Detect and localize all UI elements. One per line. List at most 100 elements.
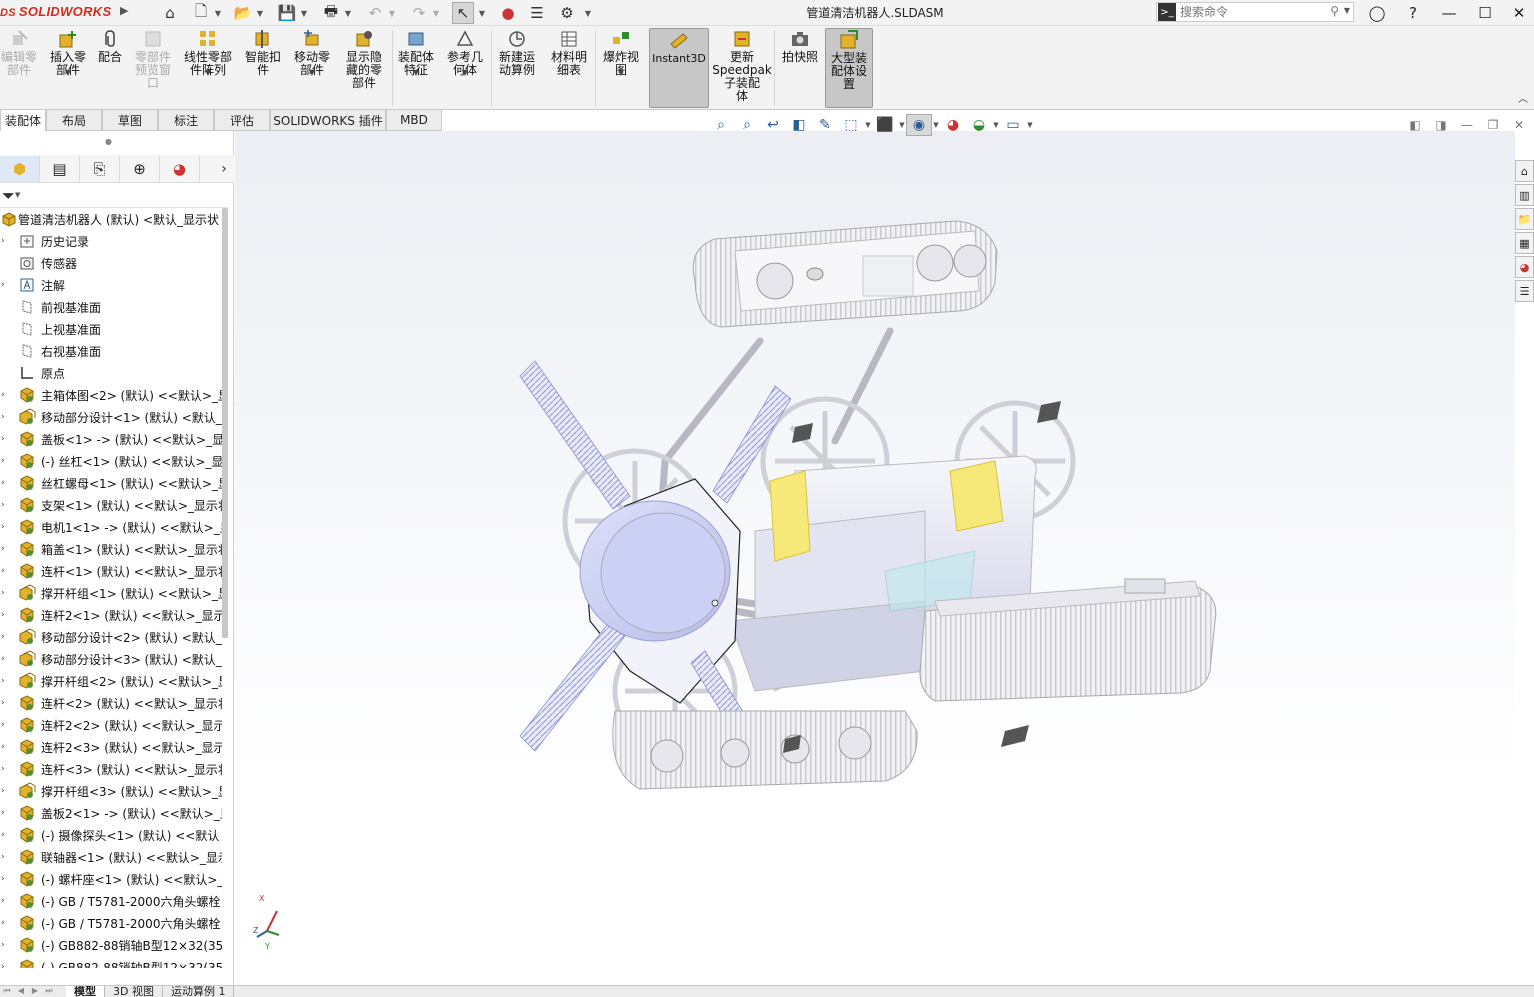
zoom-to-fit-icon[interactable]: ⌕: [708, 114, 734, 136]
exploded-view-button[interactable]: 爆炸视 图 ▼: [598, 28, 644, 77]
search-dropdown-icon[interactable]: ▼: [1344, 6, 1350, 15]
last-tab-icon[interactable]: ⏭: [42, 986, 56, 997]
search-command-box[interactable]: >_ ⚲ ▼: [1156, 2, 1354, 22]
options-gear-icon[interactable]: ⚙: [556, 2, 578, 24]
panel-grip-icon[interactable]: ●: [105, 137, 112, 146]
tree-item[interactable]: › 连杆2<2> (默认) <<默认>_显示: [0, 714, 222, 736]
save-icon[interactable]: 💾: [276, 2, 298, 24]
home-icon[interactable]: ⌂: [158, 2, 182, 24]
tree-item[interactable]: 传感器: [0, 252, 222, 274]
options-dropdown-icon[interactable]: ▼: [584, 2, 592, 24]
expand-arrow-icon[interactable]: ›: [1, 434, 9, 444]
edit-appearance-icon[interactable]: ◕: [940, 114, 966, 136]
expand-arrow-icon[interactable]: ›: [1, 808, 9, 818]
undo-dropdown-icon[interactable]: ▼: [388, 2, 396, 24]
tab-assembly[interactable]: 装配体: [0, 110, 46, 131]
expand-arrow-icon[interactable]: ›: [1, 390, 9, 400]
expand-arrow-icon[interactable]: ›: [1, 874, 9, 884]
view-orientation-triad[interactable]: X Y Z: [253, 891, 293, 951]
assembly-features-button[interactable]: 装配体 特征 ▼: [394, 28, 438, 77]
expand-arrow-icon[interactable]: ›: [1, 742, 9, 752]
view-orientation-dropdown-icon[interactable]: ▼: [864, 121, 872, 129]
instant3d-button[interactable]: Instant3D: [649, 28, 709, 108]
rebuild-traffic-light-icon[interactable]: ●: [498, 2, 518, 24]
expand-arrow-icon[interactable]: ›: [1, 918, 9, 928]
tab-markup[interactable]: 标注: [158, 110, 214, 131]
viewport-close-icon[interactable]: ✕: [1510, 116, 1528, 134]
update-speedpak-button[interactable]: 更新 Speedpak 子装配 体: [712, 28, 772, 103]
tree-item[interactable]: › 移动部分设计<3> (默认) <默认_: [0, 648, 222, 670]
edit-component-button[interactable]: 编辑零 部件: [0, 28, 38, 77]
tree-item[interactable]: › (-) 丝杠<1> (默认) <<默认>_显: [0, 450, 222, 472]
tab-motion-study-1[interactable]: 运动算例 1: [163, 986, 235, 997]
expand-arrow-icon[interactable]: ›: [1, 544, 9, 554]
expand-arrow-icon[interactable]: ›: [1, 610, 9, 620]
expand-arrow-icon[interactable]: ›: [1, 786, 9, 796]
resources-home-icon[interactable]: ⌂: [1515, 160, 1534, 182]
save-dropdown-icon[interactable]: ▼: [300, 2, 308, 24]
tree-item[interactable]: › 盖板2<1> -> (默认) <<默认>_显: [0, 802, 222, 824]
user-account-icon[interactable]: ◯: [1360, 0, 1394, 26]
display-style-dropdown-icon[interactable]: ▼: [898, 121, 906, 129]
configuration-manager-tab[interactable]: ⎘: [80, 155, 120, 182]
expand-arrow-icon[interactable]: ›: [1, 456, 9, 466]
new-motion-study-button[interactable]: 新建运 动算例: [494, 28, 540, 77]
property-manager-tab[interactable]: ▤: [40, 155, 80, 182]
help-icon[interactable]: ?: [1396, 0, 1430, 26]
tile-left-icon[interactable]: ◧: [1406, 116, 1424, 134]
maximize-button[interactable]: ☐: [1468, 0, 1502, 26]
close-button[interactable]: ✕: [1502, 0, 1534, 26]
select-pointer-icon[interactable]: ↖: [452, 2, 474, 24]
expand-arrow-icon[interactable]: ›: [1, 632, 9, 642]
tree-item[interactable]: › (-) 螺杆座<1> (默认) <<默认>_: [0, 868, 222, 890]
expand-arrow-icon[interactable]: ›: [1, 412, 9, 422]
file-properties-icon[interactable]: ☰: [526, 2, 548, 24]
expand-arrow-icon[interactable]: ›: [1, 940, 9, 950]
tree-item[interactable]: › 撑开杆组<1> (默认) <<默认>_显: [0, 582, 222, 604]
tree-item[interactable]: › 连杆<1> (默认) <<默认>_显示状: [0, 560, 222, 582]
file-explorer-icon[interactable]: 📁: [1515, 208, 1534, 230]
search-icon[interactable]: ⚲: [1330, 4, 1339, 18]
tree-root-assembly[interactable]: 管道清洁机器人 (默认) <默认_显示状: [0, 208, 222, 230]
bill-of-materials-button[interactable]: 材料明 细表: [546, 28, 592, 77]
tree-item[interactable]: › 连杆<2> (默认) <<默认>_显示状: [0, 692, 222, 714]
dynamic-annotation-icon[interactable]: ✎: [812, 114, 838, 136]
tree-item[interactable]: › 主箱体图<2> (默认) <<默认>_显: [0, 384, 222, 406]
tab-mbd[interactable]: MBD: [386, 110, 442, 131]
large-assembly-settings-button[interactable]: 大型装 配体设 置: [825, 28, 873, 108]
tree-item[interactable]: 前视基准面: [0, 296, 222, 318]
tree-filter-row[interactable]: ⏷ ▼: [0, 184, 228, 208]
tree-item[interactable]: › 移动部分设计<2> (默认) <默认_: [0, 626, 222, 648]
open-folder-icon[interactable]: 📂: [232, 2, 254, 24]
appearances-icon[interactable]: ◕: [1515, 256, 1534, 278]
assembly-model-render[interactable]: [235, 131, 1515, 985]
design-library-icon[interactable]: ▥: [1515, 184, 1534, 206]
tab-model[interactable]: 模型: [66, 986, 105, 997]
mate-button[interactable]: 配合: [94, 28, 126, 64]
expand-arrow-icon[interactable]: ›: [1, 830, 9, 840]
tree-item[interactable]: › 盖板<1> -> (默认) <<默认>_显: [0, 428, 222, 450]
undo-icon[interactable]: ↶: [364, 2, 386, 24]
tree-item[interactable]: › 箱盖<1> (默认) <<默认>_显示状: [0, 538, 222, 560]
reference-geometry-button[interactable]: 参考几 何体 ▼: [443, 28, 487, 77]
tab-3d-views[interactable]: 3D 视图: [105, 986, 163, 997]
first-tab-icon[interactable]: ⏮: [0, 986, 14, 997]
view-orientation-icon[interactable]: ⬚: [838, 114, 864, 136]
tree-item[interactable]: › 电机1<1> -> (默认) <<默认>_显: [0, 516, 222, 538]
expand-arrow-icon[interactable]: ›: [1, 962, 9, 968]
feature-manager-tab[interactable]: ⬢: [0, 155, 40, 182]
take-snapshot-button[interactable]: 拍快照: [777, 28, 823, 64]
view-palette-icon[interactable]: ▦: [1515, 232, 1534, 254]
expand-arrow-icon[interactable]: ›: [1, 522, 9, 532]
filter-funnel-icon[interactable]: ⏷: [2, 186, 15, 206]
custom-properties-icon[interactable]: ☰: [1515, 280, 1534, 302]
tree-item[interactable]: › (-) GB882-88销轴B型12×32(35: [0, 934, 222, 956]
bottom-track-module[interactable]: [612, 710, 918, 790]
new-document-icon[interactable]: 🗋: [190, 2, 212, 24]
tab-sketch[interactable]: 草图: [102, 110, 158, 131]
tree-item[interactable]: 原点: [0, 362, 222, 384]
tree-scrollbar[interactable]: [222, 208, 228, 638]
view-settings-monitor-icon[interactable]: ▭: [1000, 114, 1026, 136]
collapse-ribbon-icon[interactable]: ︿: [1518, 90, 1528, 105]
apply-scene-icon[interactable]: ◒: [966, 114, 992, 136]
